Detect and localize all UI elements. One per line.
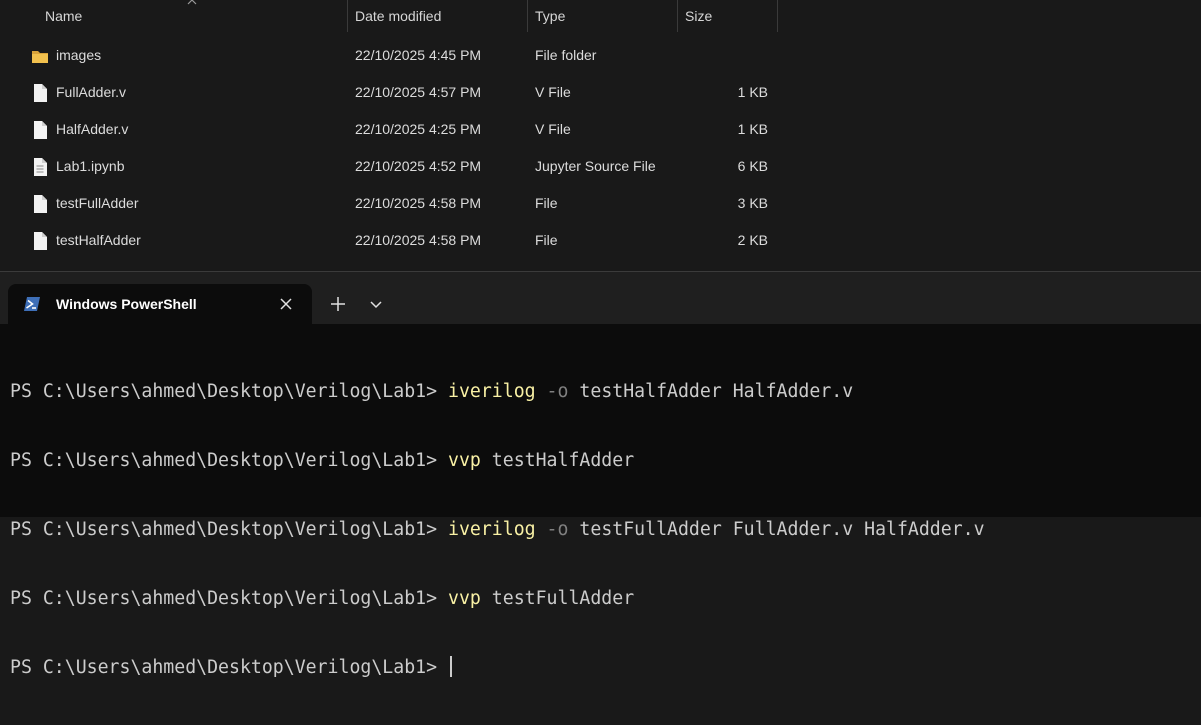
file-name: Lab1.ipynb [56,158,125,174]
command-args: testFullAdder FullAdder.v HalfAdder.v [568,519,985,540]
prompt: PS C:\Users\ahmed\Desktop\Verilog\Lab1> [10,588,448,609]
file-name: HalfAdder.v [56,121,129,137]
command-name: vvp [448,450,481,471]
file-size: 3 KB [737,195,768,211]
file-row[interactable]: testFullAdder 22/10/2025 4:58 PM File 3 … [0,185,780,222]
file-name: testHalfAdder [56,232,141,248]
file-row[interactable]: HalfAdder.v 22/10/2025 4:25 PM V File 1 … [0,111,780,148]
column-header-date-modified[interactable]: Date modified [347,0,527,32]
command-args: testHalfAdder [480,450,635,471]
console-input-line[interactable]: PS C:\Users\ahmed\Desktop\Verilog\Lab1> [10,656,985,679]
file-type: V File [535,121,571,137]
file-size: 2 KB [737,232,768,248]
file-date-modified: 22/10/2025 4:25 PM [355,121,482,137]
column-header-size[interactable]: Size [677,0,777,32]
file-date-modified: 22/10/2025 4:45 PM [355,47,482,63]
column-header-name[interactable]: Name [37,0,347,32]
file-name: FullAdder.v [56,84,127,100]
chevron-down-icon[interactable] [364,292,388,316]
powershell-icon [24,297,40,311]
file-icon [34,195,47,213]
folder-icon [32,51,48,63]
prompt: PS C:\Users\ahmed\Desktop\Verilog\Lab1> [10,657,448,678]
column-header-type[interactable]: Type [527,0,677,32]
file-size [680,37,768,74]
file-type: V File [535,84,571,100]
file-row[interactable]: FullAdder.v 22/10/2025 4:57 PM V File 1 … [0,74,780,111]
file-name: testFullAdder [56,195,139,211]
tab-title: Windows PowerShell [56,296,197,312]
file-row[interactable]: Lab1.ipynb 22/10/2025 4:52 PM Jupyter So… [0,148,780,185]
command-name: iverilog [448,519,536,540]
console-line: PS C:\Users\ahmed\Desktop\Verilog\Lab1> … [10,380,985,403]
command-args: testHalfAdder HalfAdder.v [568,381,854,402]
command-flag: -o [535,381,569,402]
file-type: File [535,195,558,211]
column-header-bar: Name Date modified Type Size [0,0,780,32]
command-flag: -o [535,519,569,540]
close-icon[interactable] [276,294,296,314]
file-explorer: Name Date modified Type Size images 22/1… [0,0,1201,271]
console-line: PS C:\Users\ahmed\Desktop\Verilog\Lab1> … [10,518,985,541]
file-date-modified: 22/10/2025 4:52 PM [355,158,482,174]
new-tab-plus-icon[interactable] [326,292,350,316]
command-name: vvp [448,588,481,609]
file-size: 6 KB [737,158,768,174]
notebook-file-icon [34,158,47,176]
file-date-modified: 22/10/2025 4:57 PM [355,84,482,100]
file-name: images [56,47,102,63]
file-type: Jupyter Source File [535,158,656,174]
file-icon [34,121,47,139]
text-cursor [450,656,452,677]
prompt: PS C:\Users\ahmed\Desktop\Verilog\Lab1> [10,519,448,540]
prompt: PS C:\Users\ahmed\Desktop\Verilog\Lab1> [10,381,448,402]
file-date-modified: 22/10/2025 4:58 PM [355,195,482,211]
prompt: PS C:\Users\ahmed\Desktop\Verilog\Lab1> [10,450,448,471]
console-line: PS C:\Users\ahmed\Desktop\Verilog\Lab1> … [10,449,985,472]
file-row[interactable]: images 22/10/2025 4:45 PM File folder [0,37,780,74]
console-line: PS C:\Users\ahmed\Desktop\Verilog\Lab1> … [10,587,985,610]
file-type: File [535,232,558,248]
file-icon [34,232,47,250]
file-icon [34,84,47,102]
file-type: File folder [535,47,597,63]
tab-windows-powershell[interactable]: Windows PowerShell [8,284,312,324]
column-divider[interactable] [777,0,778,32]
file-date-modified: 22/10/2025 4:58 PM [355,232,482,248]
file-row[interactable]: testHalfAdder 22/10/2025 4:58 PM File 2 … [0,222,780,259]
file-size: 1 KB [737,121,768,137]
console-output[interactable]: PS C:\Users\ahmed\Desktop\Verilog\Lab1> … [10,334,985,725]
terminal-window: Windows PowerShell PS C:\Users\ahmed\Des… [0,271,1201,678]
terminal-tab-bar: Windows PowerShell [0,272,1201,324]
file-size: 1 KB [737,84,768,100]
command-args: testFullAdder [480,588,635,609]
command-name: iverilog [448,381,536,402]
